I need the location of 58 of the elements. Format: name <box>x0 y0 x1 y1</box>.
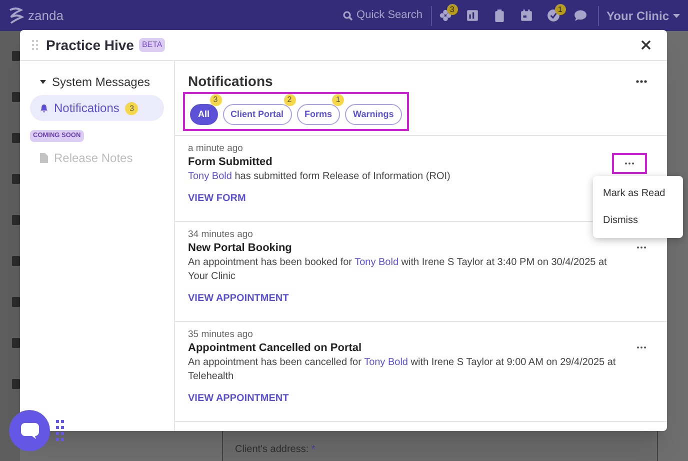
chat-icon <box>20 422 40 440</box>
action-link[interactable]: VIEW APPOINTMENT <box>188 291 289 306</box>
action-link[interactable]: VIEW FORM <box>188 191 246 206</box>
count-badge: 1 <box>332 94 344 106</box>
action-link[interactable]: VIEW APPOINTMENT <box>188 391 289 406</box>
drag-dots-icon[interactable] <box>56 420 65 441</box>
filter-tab[interactable]: All <box>190 104 218 126</box>
notification-title: Appointment Cancelled on Portal <box>188 341 363 356</box>
logo-text: zanda <box>28 6 64 25</box>
more-button[interactable] <box>636 245 647 250</box>
notification-text: An appointment has been booked for Tony Bold with Irene S Taylor at 3:40 PM on 30/4/2025 at Your Clinic <box>188 256 608 284</box>
filter-tab[interactable]: Client Portal <box>222 104 292 126</box>
logo-icon <box>8 6 24 24</box>
close-icon[interactable] <box>641 40 651 50</box>
notification-title: Form Submitted <box>188 155 274 170</box>
calendar-icon[interactable] <box>520 9 533 22</box>
more-button[interactable] <box>612 153 647 174</box>
clipboard-icon[interactable] <box>492 9 506 22</box>
quick-search[interactable]: Quick Search <box>342 6 432 26</box>
sidebar-item[interactable]: Notifications 3 <box>30 95 164 121</box>
client-link[interactable]: Tony Bold <box>188 171 232 182</box>
notification-text: An appointment has been cancelled for Tony Bold with Irene S Taylor at 9:00 AM on 29/4/2025 at Telehealth <box>188 356 617 384</box>
filter-tab[interactable]: Forms <box>296 104 340 126</box>
document-icon <box>40 153 48 163</box>
client-link[interactable]: Tony Bold <box>354 257 399 268</box>
panel-title: Notifications <box>188 72 273 91</box>
search-icon <box>342 10 353 20</box>
more-button[interactable] <box>636 345 647 350</box>
more-icon <box>637 346 646 349</box>
timestamp: a minute ago <box>188 142 244 156</box>
timestamp: 34 minutes ago <box>188 228 254 242</box>
more-icon <box>625 162 634 166</box>
count-badge: 3 <box>210 94 222 106</box>
count-badge: 3 <box>446 4 458 15</box>
notification-title: New Portal Booking <box>188 241 293 256</box>
menu-item[interactable]: Mark as Read <box>593 180 683 208</box>
count-badge: 2 <box>284 94 296 106</box>
more-icon <box>637 246 646 249</box>
bell-icon <box>40 104 48 112</box>
menu-item[interactable]: Dismiss <box>593 207 683 234</box>
clinic-menu[interactable]: Your Clinic <box>598 6 680 26</box>
filter-tab[interactable]: Warnings <box>345 104 402 126</box>
beta-badge: BETA <box>138 38 166 52</box>
caret-down-icon <box>40 79 46 85</box>
tree-group[interactable]: System Messages <box>30 73 164 91</box>
chart-icon[interactable] <box>466 9 479 22</box>
required-mark: * <box>311 444 316 455</box>
count-badge: 3 <box>125 102 138 114</box>
hive-icon[interactable] <box>438 9 452 22</box>
drag-handle-icon[interactable] <box>32 40 38 50</box>
speech-bubble-icon[interactable] <box>574 9 587 22</box>
more-icon[interactable] <box>636 80 647 83</box>
count-badge: 1 <box>554 4 566 15</box>
modal-title: Practice Hive <box>46 36 134 54</box>
client-link[interactable]: Tony Bold <box>364 357 408 368</box>
caret-icon <box>673 14 680 18</box>
field-label: Client's address: <box>235 444 310 455</box>
timestamp: 35 minutes ago <box>188 328 254 342</box>
